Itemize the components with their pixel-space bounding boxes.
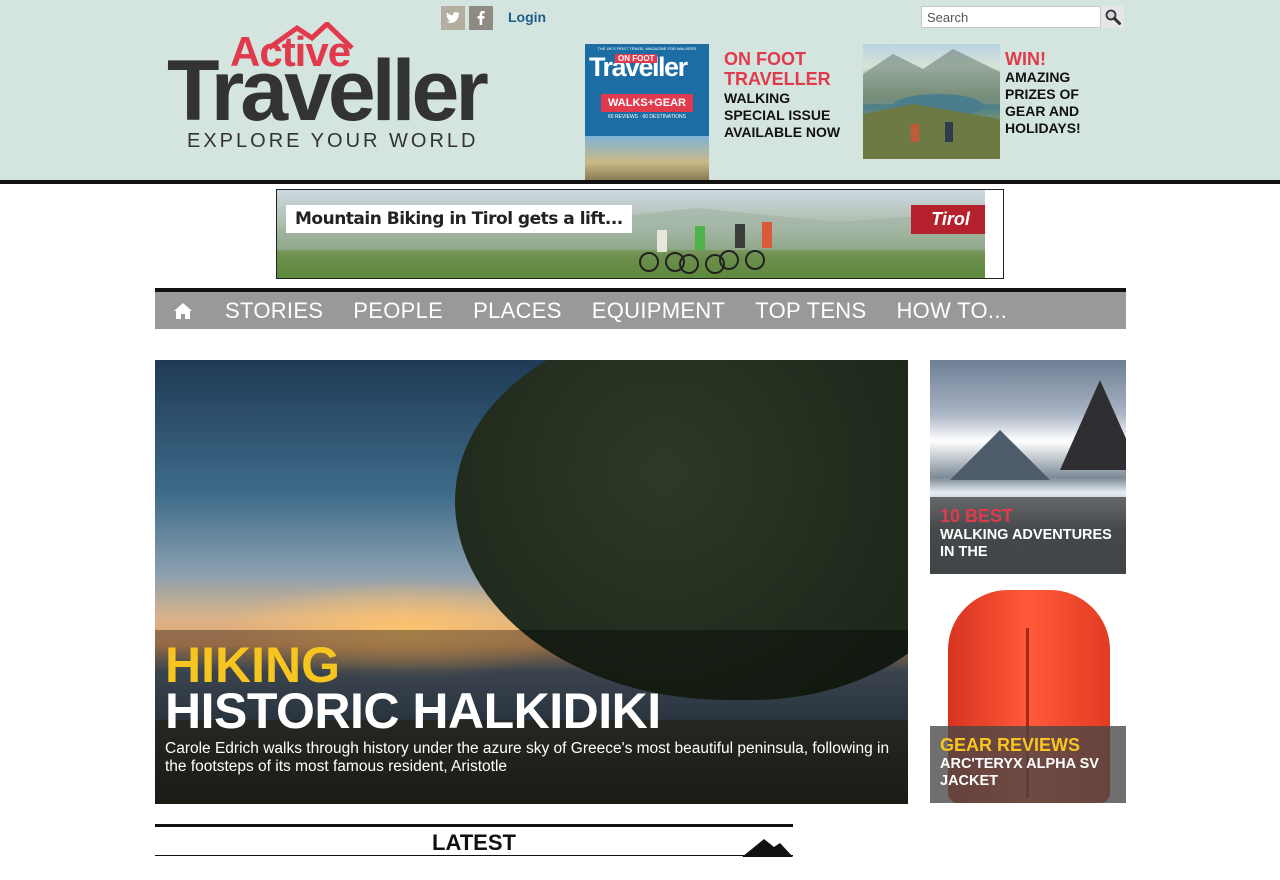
nav-item-how-to[interactable]: HOW TO... — [881, 292, 1022, 329]
nav-item-people[interactable]: PEOPLE — [338, 292, 458, 329]
side-card-gear-review[interactable]: GEAR REVIEWS ARC'TERYX ALPHA SV JACKET — [930, 588, 1126, 803]
card-kicker: 10 BEST — [940, 506, 1014, 526]
nav-home[interactable] — [155, 292, 210, 329]
mountain-shape — [950, 430, 1050, 480]
side-card-walking-adventures[interactable]: 10 BEST WALKING ADVENTURES IN THE — [930, 360, 1126, 574]
mountain-shape — [1060, 380, 1126, 470]
logo-tagline: EXPLORE YOUR WORLD — [187, 130, 479, 152]
card-title[interactable]: WALKING ADVENTURES IN THE — [940, 527, 1120, 561]
search-input[interactable] — [921, 6, 1101, 28]
mountain-icon — [742, 839, 793, 857]
login-link[interactable]: Login — [508, 9, 546, 25]
cover-subline: 60 REVIEWS · 60 DESTINATIONS — [608, 114, 686, 120]
hikers-landscape-illustration — [863, 49, 1000, 159]
hero-feature[interactable]: HIKING HISTORIC HALKIDIKI Carole Edrich … — [155, 360, 908, 804]
nav-item-stories[interactable]: STORIES — [210, 292, 338, 329]
home-icon — [173, 302, 192, 319]
competition-image[interactable] — [863, 44, 1000, 159]
latest-heading: LATEST — [432, 830, 516, 855]
cover-top-line: THE UK'S FIRST TRAVEL MAGAZINE FOR WALKE… — [597, 46, 697, 51]
hero-title[interactable]: HISTORIC HALKIDIKI — [165, 684, 661, 738]
promo-magazine-text[interactable]: WALKING SPECIAL ISSUE AVAILABLE NOW — [724, 90, 854, 141]
tirol-logo: Tirol — [911, 205, 990, 234]
promo-competition-text[interactable]: AMAZING PRIZES OF GEAR AND HOLIDAYS! — [1005, 69, 1115, 137]
promo-magazine-title[interactable]: ON FOOT TRAVELLER — [724, 49, 854, 89]
card-kicker: GEAR REVIEWS — [940, 735, 1081, 755]
cover-badge: ON FOOT — [615, 54, 658, 63]
banner-headline: Mountain Biking in Tirol gets a lift... — [286, 205, 632, 233]
cyclists-illustration — [277, 208, 1003, 274]
tirol-banner-ad[interactable]: Mountain Biking in Tirol gets a lift... … — [276, 189, 1004, 279]
search-button[interactable] — [1101, 6, 1124, 28]
magnifier-icon — [1105, 9, 1121, 25]
main-navigation: STORIES PEOPLE PLACES EQUIPMENT TOP TENS… — [155, 288, 1126, 329]
hero-description: Carole Edrich walks through history unde… — [165, 740, 890, 775]
header-divider — [0, 180, 1280, 184]
site-logo[interactable]: Active Traveller EXPLORE YOUR WORLD — [167, 22, 497, 157]
cover-strap: WALKS+GEAR — [601, 94, 693, 112]
nav-item-places[interactable]: PLACES — [458, 292, 577, 329]
cover-scene — [585, 136, 709, 180]
magazine-cover-image[interactable]: THE UK'S FIRST TRAVEL MAGAZINE FOR WALKE… — [585, 44, 709, 180]
logo-word-traveller: Traveller — [167, 43, 489, 139]
nav-item-top-tens[interactable]: TOP TENS — [740, 292, 881, 329]
card-title[interactable]: ARC'TERYX ALPHA SV JACKET — [940, 756, 1120, 790]
site-header: Login Active Traveller EXPLORE YOUR WORL… — [0, 0, 1280, 180]
banner-edge — [985, 190, 1003, 278]
latest-section-header: LATEST — [155, 824, 793, 857]
promo-competition-title[interactable]: WIN! — [1005, 49, 1115, 69]
nav-item-equipment[interactable]: EQUIPMENT — [577, 292, 741, 329]
